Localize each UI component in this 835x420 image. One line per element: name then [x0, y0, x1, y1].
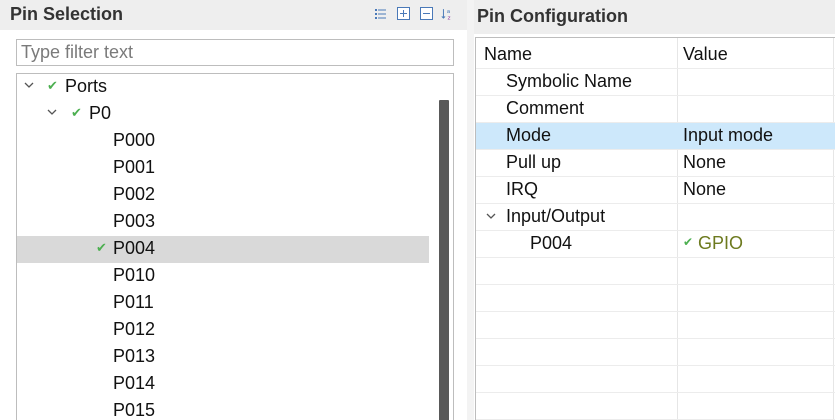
- sort-az-icon[interactable]: az: [441, 7, 454, 21]
- tree-item-pin[interactable]: P012: [17, 317, 429, 344]
- tree-item-pin[interactable]: P015: [17, 398, 429, 420]
- tree-item-pin[interactable]: P000: [17, 128, 429, 155]
- tree-item-pin[interactable]: P002: [17, 182, 429, 209]
- config-name: IRQ: [506, 179, 539, 199]
- row-divider: [476, 392, 835, 393]
- row-divider: [476, 122, 835, 123]
- tree-item-pin[interactable]: P011: [17, 290, 429, 317]
- tree-item-ports[interactable]: ✔ Ports: [17, 74, 429, 101]
- row-divider: [476, 284, 835, 285]
- check-icon: ✔: [683, 235, 694, 249]
- row-divider: [476, 257, 835, 258]
- check-icon: ✔: [47, 78, 58, 93]
- row-divider: [476, 338, 835, 339]
- row-divider: [476, 149, 835, 150]
- config-row-symbolic-name[interactable]: Symbolic Name: [476, 68, 835, 95]
- config-row-irq[interactable]: IRQ None: [476, 176, 835, 203]
- tree-item-label: Ports: [65, 76, 108, 96]
- config-table: Name Value Symbolic Name Comment Mode In…: [475, 37, 835, 420]
- tree-item-label: P015: [113, 400, 156, 420]
- svg-text:a: a: [447, 9, 450, 15]
- tree-item-label: P0: [89, 103, 112, 123]
- chevron-down-icon[interactable]: [46, 106, 58, 118]
- config-name: Pull up: [506, 152, 562, 172]
- config-name: Symbolic Name: [506, 71, 633, 91]
- tree-item-label: P010: [113, 265, 156, 285]
- tree-item-label: P003: [113, 211, 156, 231]
- chevron-down-icon[interactable]: [23, 79, 35, 91]
- config-group-input-output[interactable]: Input/Output: [476, 203, 835, 230]
- tree-item-p0[interactable]: ✔ P0: [17, 101, 429, 128]
- check-icon: ✔: [96, 240, 107, 255]
- svg-text:z: z: [448, 15, 451, 21]
- tree-item-pin[interactable]: P013: [17, 344, 429, 371]
- tree-item-label: P013: [113, 346, 156, 366]
- row-divider: [476, 311, 835, 312]
- tree-item-pin-selected[interactable]: ✔ P004: [17, 236, 429, 263]
- config-value[interactable]: Input mode: [683, 125, 773, 146]
- tree-item-label: P004: [113, 238, 156, 258]
- row-divider: [476, 176, 835, 177]
- row-divider: [476, 95, 835, 96]
- pin-selection-title: Pin Selection: [10, 4, 124, 24]
- row-divider: [476, 203, 835, 204]
- chevron-down-icon[interactable]: [485, 210, 497, 222]
- tree-item-label: P000: [113, 130, 156, 150]
- tree-item-pin[interactable]: P010: [17, 263, 429, 290]
- column-header-value[interactable]: Value: [683, 44, 728, 65]
- config-group-name: Input/Output: [506, 206, 606, 226]
- check-icon: ✔: [71, 105, 82, 120]
- config-row-p004[interactable]: P004 ✔ GPIO: [476, 230, 835, 257]
- tree-item-pin[interactable]: P014: [17, 371, 429, 398]
- filter-box: [16, 39, 454, 66]
- filter-input[interactable]: [17, 40, 453, 65]
- config-row-comment[interactable]: Comment: [476, 95, 835, 122]
- tree-item-label: P014: [113, 373, 156, 393]
- collapse-list-icon[interactable]: [374, 7, 387, 20]
- tree-item-label: P001: [113, 157, 156, 177]
- collapse-all-icon[interactable]: [420, 7, 433, 20]
- config-row-mode[interactable]: Mode Input mode: [476, 122, 835, 149]
- tree-scrollbar-thumb[interactable]: [439, 100, 449, 420]
- column-header-name[interactable]: Name: [484, 44, 532, 65]
- config-value-gpio[interactable]: GPIO: [698, 233, 743, 254]
- tree-item-pin[interactable]: P003: [17, 209, 429, 236]
- config-value[interactable]: None: [683, 179, 726, 200]
- expand-all-icon[interactable]: [397, 7, 410, 20]
- config-value[interactable]: None: [683, 152, 726, 173]
- tree-item-label: P011: [113, 292, 154, 312]
- pin-configuration-title: Pin Configuration: [477, 6, 628, 26]
- config-name: P004: [530, 233, 573, 253]
- config-name: Comment: [506, 98, 585, 118]
- config-row-pull-up[interactable]: Pull up None: [476, 149, 835, 176]
- tree-item-label: P002: [113, 184, 156, 204]
- row-divider: [476, 68, 835, 69]
- tree-item-label: P012: [113, 319, 156, 339]
- tree-item-pin[interactable]: P001: [17, 155, 429, 182]
- row-divider: [476, 230, 835, 231]
- config-name: Mode: [506, 125, 552, 145]
- row-divider: [476, 365, 835, 366]
- pin-tree: ✔ Ports ✔ P0 P000 P001 P002 P003 ✔ P004 …: [16, 73, 454, 420]
- panel-divider[interactable]: [467, 0, 474, 420]
